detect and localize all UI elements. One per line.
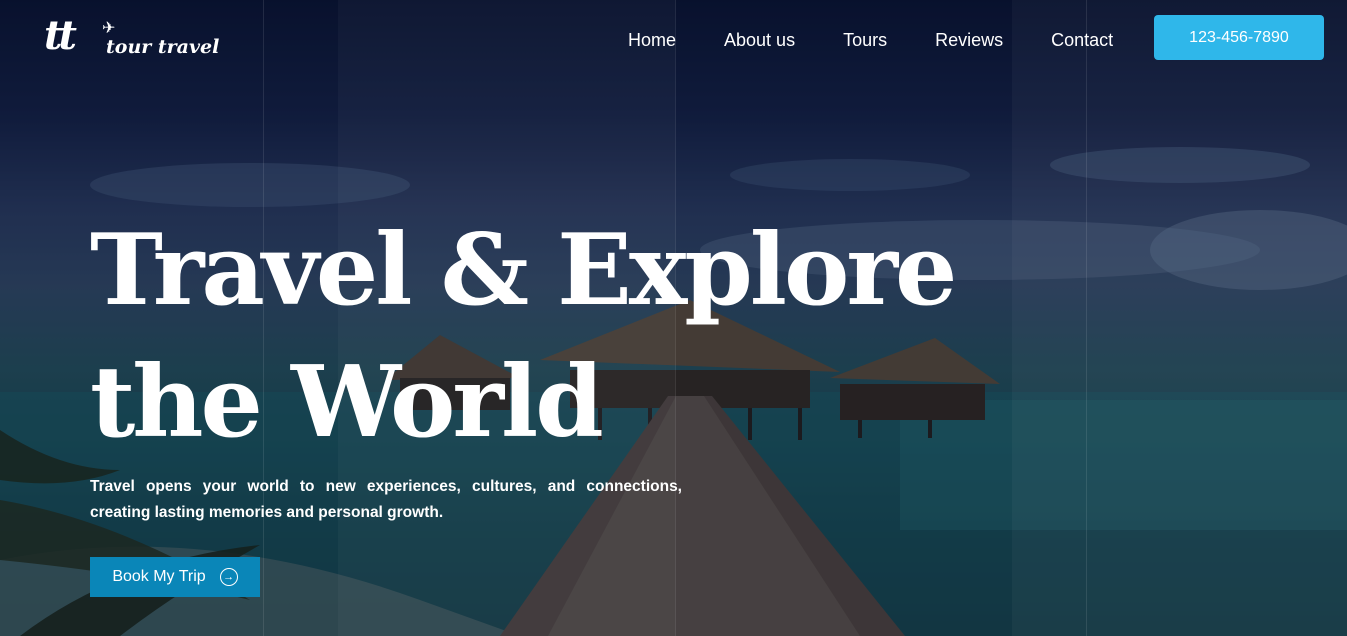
logo-text: tour travel bbox=[106, 36, 220, 58]
divider-line bbox=[1086, 0, 1087, 636]
nav-item-about-us[interactable]: About us bbox=[724, 28, 795, 52]
airplane-icon: ✈ bbox=[102, 20, 116, 37]
book-my-trip-label: Book My Trip bbox=[112, 568, 206, 585]
nav-item-home[interactable]: Home bbox=[628, 28, 676, 52]
book-my-trip-button[interactable]: Book My Trip → bbox=[90, 557, 260, 597]
logo[interactable]: tt ✈ tour travel bbox=[44, 12, 219, 62]
arrow-right-circle-icon: → bbox=[219, 568, 238, 586]
main-navigation: Home About us Tours Reviews Contact bbox=[628, 28, 1113, 52]
hero-description: Travel opens your world to new experienc… bbox=[90, 478, 682, 521]
phone-button[interactable]: 123-456-7890 bbox=[1154, 15, 1324, 60]
nav-item-contact[interactable]: Contact bbox=[1051, 28, 1113, 52]
hero-title: Travel & Explore the World bbox=[90, 205, 990, 469]
nav-item-tours[interactable]: Tours bbox=[843, 28, 887, 52]
logo-mark: tt bbox=[44, 12, 77, 59]
decorative-column bbox=[1012, 0, 1347, 636]
hero-title-line-2: the World bbox=[90, 345, 604, 460]
hero-title-line-1: Travel & Explore bbox=[90, 213, 957, 328]
nav-item-reviews[interactable]: Reviews bbox=[935, 28, 1003, 52]
